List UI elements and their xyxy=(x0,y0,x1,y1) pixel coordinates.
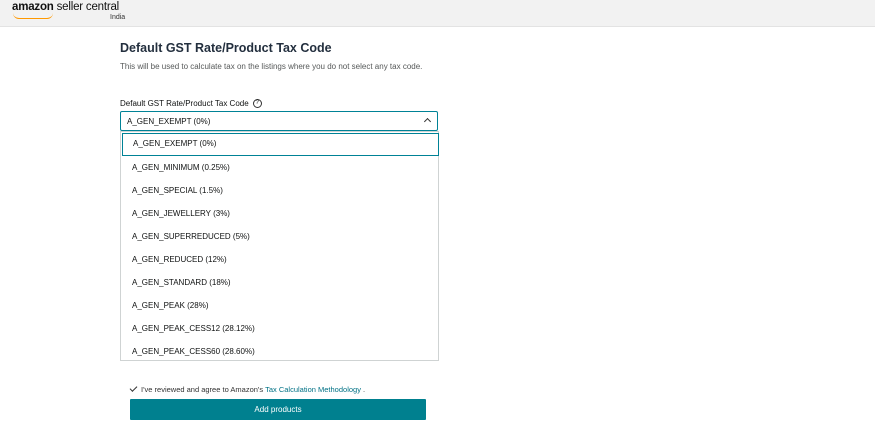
dropdown-option-special[interactable]: A_GEN_SPECIAL (1.5%) xyxy=(121,179,438,202)
dropdown-option-peak-cess12[interactable]: A_GEN_PEAK_CESS12 (28.12%) xyxy=(121,317,438,340)
help-icon[interactable]: ? xyxy=(252,99,262,108)
agreement-row: I've reviewed and agree to Amazon's Tax … xyxy=(129,384,365,394)
dropdown-option-superreduced[interactable]: A_GEN_SUPERREDUCED (5%) xyxy=(121,225,438,248)
checkmark-icon[interactable] xyxy=(129,384,138,392)
logo-region: India xyxy=(110,14,126,21)
agreement-suffix: . xyxy=(363,385,366,394)
dropdown-option-jewellery[interactable]: A_GEN_JEWELLERY (3%) xyxy=(121,202,438,225)
tax-methodology-link[interactable]: Tax Calculation Methodology xyxy=(265,385,361,394)
dropdown-option-peak[interactable]: A_GEN_PEAK (28%) xyxy=(121,294,438,317)
dropdown-option-reduced[interactable]: A_GEN_REDUCED (12%) xyxy=(121,248,438,271)
amazon-smile-icon xyxy=(13,13,53,19)
page-title: Default GST Rate/Product Tax Code xyxy=(120,41,332,55)
chevron-up-icon xyxy=(423,117,432,126)
tax-code-selected-value: A_GEN_EXEMPT (0%) xyxy=(127,117,211,126)
dropdown-option-exempt[interactable]: A_GEN_EXEMPT (0%) xyxy=(122,133,439,156)
add-products-button[interactable]: Add products xyxy=(130,399,426,420)
dropdown-option-minimum[interactable]: A_GEN_MINIMUM (0.25%) xyxy=(121,156,438,179)
tax-code-field-label: Default GST Rate/Product Tax Code ? xyxy=(120,99,262,108)
tax-code-label-text: Default GST Rate/Product Tax Code xyxy=(120,99,249,108)
tax-code-dropdown-list: A_GEN_EXEMPT (0%) A_GEN_MINIMUM (0.25%) … xyxy=(120,131,439,361)
seller-central-logo[interactable]: amazon seller central India xyxy=(12,1,125,21)
dropdown-option-standard[interactable]: A_GEN_STANDARD (18%) xyxy=(121,271,438,294)
agreement-prefix: I've reviewed and agree to Amazon's xyxy=(141,385,264,394)
logo-brand: amazon xyxy=(12,1,54,13)
dropdown-option-peak-cess60[interactable]: A_GEN_PEAK_CESS60 (28.60%) xyxy=(121,340,438,363)
section-description: This will be used to calculate tax on th… xyxy=(120,62,423,71)
agreement-text: I've reviewed and agree to Amazon's Tax … xyxy=(141,385,365,394)
tax-code-select[interactable]: A_GEN_EXEMPT (0%) xyxy=(120,111,438,131)
top-bar: amazon seller central India xyxy=(0,0,875,27)
logo-product: seller central xyxy=(56,1,120,13)
